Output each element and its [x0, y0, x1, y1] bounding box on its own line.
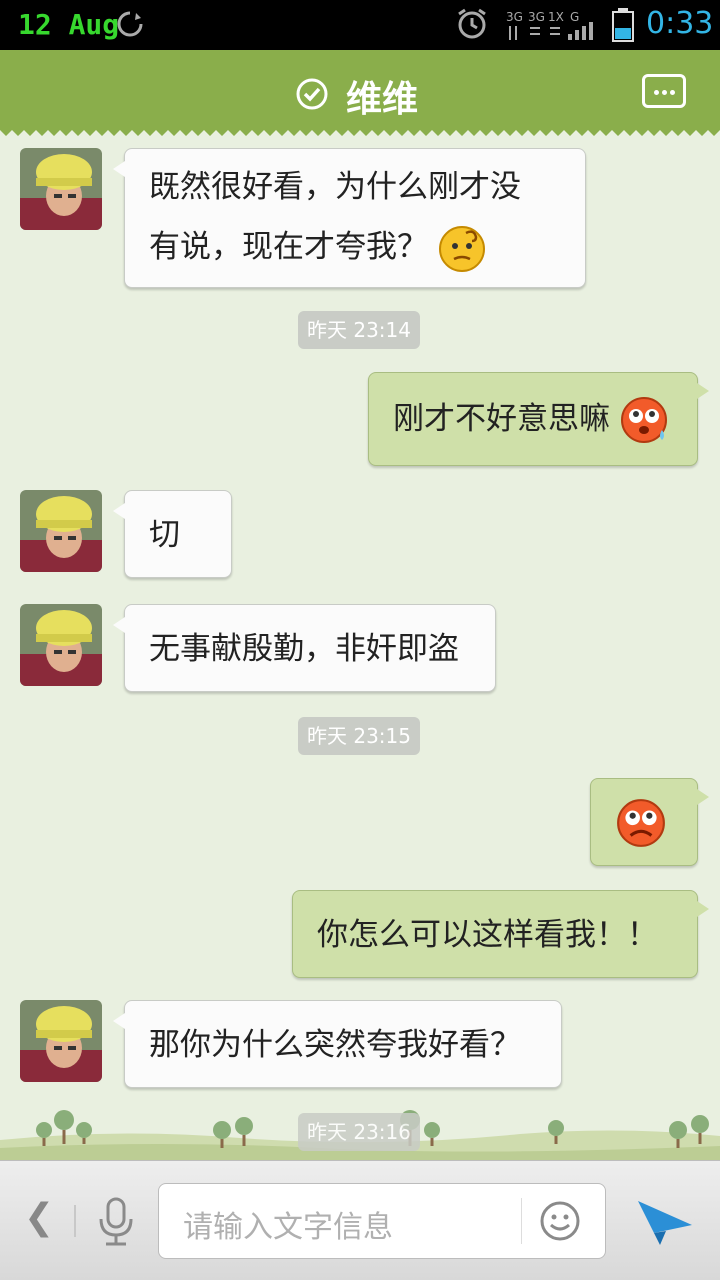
timestamp: 昨天 23:14: [298, 311, 420, 349]
avatar[interactable]: [20, 490, 102, 572]
network-3g-a: 3G: [506, 10, 523, 24]
chat-area[interactable]: 既然很好看，为什么刚才没 有说，现在才夸我？ 昨天 23:14 刚才不好意思嘛: [0, 136, 720, 1160]
sad-emoji-icon: [617, 799, 665, 847]
sync-icon: [117, 11, 143, 37]
smiley-icon[interactable]: [539, 1200, 581, 1242]
message-bubble-left[interactable]: 切: [113, 490, 232, 578]
message-bubble-left[interactable]: 既然很好看，为什么刚才没 有说，现在才夸我？: [113, 148, 586, 288]
message-text: 切: [149, 517, 180, 553]
message-text: 既然很好看，为什么刚才没: [149, 169, 521, 205]
status-bar: 12 Aug 3G 3G 1X G 0:33: [0, 0, 720, 50]
divider: [74, 1205, 76, 1237]
title-bar-edge: [0, 126, 720, 136]
message-text: 那你为什么突然夸我好看？: [149, 1027, 521, 1063]
sweat-emoji-icon: [620, 396, 667, 443]
signal-icon: 3G 3G 1X G: [506, 10, 593, 40]
network-g: G: [570, 10, 579, 24]
message-text: 你怎么可以这样看我！！: [317, 917, 658, 953]
message-bubble-left[interactable]: 那你为什么突然夸我好看？: [113, 1000, 562, 1088]
battery-icon: [612, 8, 634, 42]
more-button[interactable]: [642, 74, 686, 108]
verified-check-icon: [296, 78, 328, 110]
message-bubble-right[interactable]: 你怎么可以这样看我！！: [292, 890, 709, 978]
message-text: 有说，现在才夸我？: [149, 229, 428, 265]
avatar[interactable]: [20, 148, 102, 230]
timestamp: 昨天 23:15: [298, 717, 420, 755]
message-input-placeholder: 请输入文字信息: [183, 1210, 393, 1245]
alarm-icon: [458, 8, 486, 39]
message-bubble-left[interactable]: 无事献殷勤，非奸即盗: [113, 604, 496, 692]
more-icon: [654, 90, 659, 95]
message-bubble-right[interactable]: 刚才不好意思嘛: [368, 372, 709, 466]
status-time: 0:33: [646, 6, 714, 41]
message-input[interactable]: 请输入文字信息: [158, 1183, 606, 1259]
input-bar: ❮ 请输入文字信息: [0, 1160, 720, 1280]
confused-emoji-icon: [438, 225, 485, 272]
timestamp: 昨天 23:16: [298, 1113, 420, 1151]
divider: [521, 1198, 522, 1244]
message-bubble-right[interactable]: [590, 778, 709, 866]
message-text: 无事献殷勤，非奸即盗: [149, 631, 459, 667]
back-icon[interactable]: ❮: [24, 1197, 54, 1238]
message-text: 刚才不好意思嘛: [393, 401, 610, 437]
contact-name[interactable]: 维维: [346, 70, 418, 122]
network-3g-b: 3G: [528, 10, 545, 24]
avatar[interactable]: [20, 604, 102, 686]
send-icon[interactable]: [636, 1195, 694, 1247]
avatar[interactable]: [20, 1000, 102, 1082]
network-1x: 1X: [548, 10, 564, 24]
status-date: 12 Aug: [18, 8, 120, 41]
microphone-icon[interactable]: [96, 1197, 136, 1247]
